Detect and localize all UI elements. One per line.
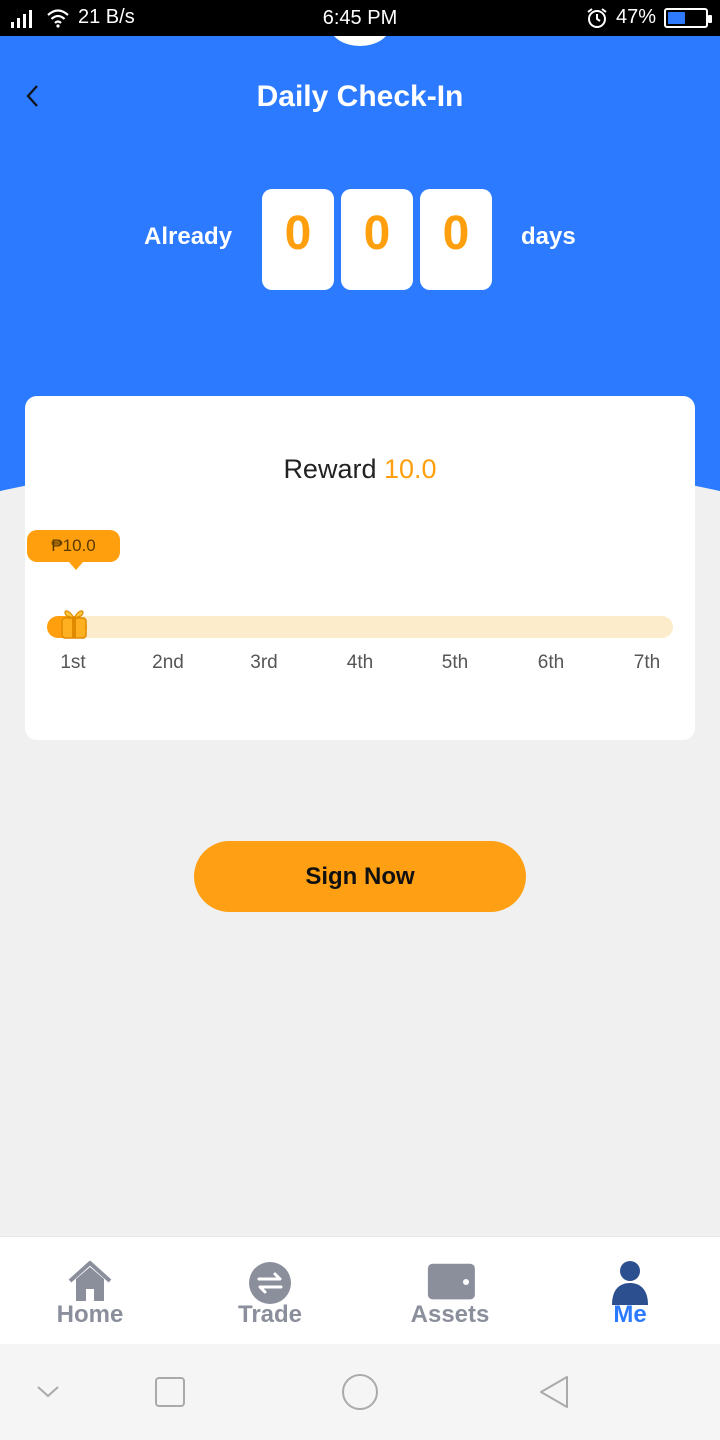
day-label: 4th	[346, 652, 374, 673]
circle-icon	[342, 1374, 378, 1410]
reward-tooltip: ₱10.0	[27, 530, 120, 570]
counter-digit: 0	[262, 189, 334, 290]
tab-label: Home	[56, 1301, 124, 1328]
system-nav-bar	[0, 1344, 720, 1440]
chevron-down-icon	[37, 1386, 59, 1398]
nav-back-button[interactable]	[532, 1372, 576, 1412]
counter-suffix: days	[521, 223, 576, 250]
tab-trade[interactable]: Trade	[200, 1259, 340, 1329]
tab-label: Assets	[410, 1301, 490, 1328]
status-bar: 21 B/s 6:45 PM 47%	[0, 0, 720, 36]
counter-digit: 0	[420, 189, 492, 290]
tab-label: Me	[613, 1301, 647, 1328]
reward-label: Reward	[283, 454, 377, 484]
counter-digit: 0	[341, 189, 413, 290]
tab-label: Trade	[237, 1301, 303, 1328]
battery-percent: 47%	[615, 6, 656, 28]
day-label: 1st	[60, 652, 86, 673]
tab-assets[interactable]: Assets	[380, 1259, 520, 1329]
battery-level	[668, 11, 685, 24]
reward-amount: 10.0	[384, 454, 437, 484]
progress-track	[47, 616, 673, 638]
person-icon	[612, 1261, 648, 1305]
triangle-back-icon	[540, 1376, 568, 1408]
day-labels: 1st 2nd 3rd 4th 5th 6th 7th	[25, 652, 695, 678]
nav-down-button[interactable]	[26, 1372, 70, 1412]
square-icon	[155, 1377, 185, 1407]
counter-prefix: Already	[144, 223, 233, 250]
day-label: 3rd	[250, 652, 278, 673]
tab-home[interactable]: Home	[20, 1259, 160, 1329]
battery-icon	[664, 7, 712, 28]
checkin-counter: Already 0 0 0 days	[0, 189, 720, 291]
exchange-icon	[249, 1262, 291, 1304]
page-title: Daily Check-In	[256, 80, 464, 113]
reward-card: Reward 10.0 ₱10.0 1st 2nd 3rd 4th 5th 6t…	[25, 396, 695, 740]
wallet-icon	[427, 1263, 475, 1300]
sign-now-button[interactable]: Sign Now	[194, 841, 526, 912]
gift-icon	[61, 610, 87, 639]
tab-me[interactable]: Me	[560, 1259, 700, 1329]
nav-home-button[interactable]	[338, 1372, 382, 1412]
bottom-tab-bar: Home Trade Assets Me	[0, 1236, 720, 1344]
day-label: 2nd	[152, 652, 184, 673]
day-label: 7th	[633, 652, 661, 673]
day-label: 6th	[537, 652, 565, 673]
home-icon	[68, 1261, 112, 1301]
nav-recents-button[interactable]	[148, 1372, 192, 1412]
alarm-icon	[587, 7, 607, 28]
day-label: 5th	[441, 652, 469, 673]
reward-title: Reward 10.0	[25, 454, 695, 485]
